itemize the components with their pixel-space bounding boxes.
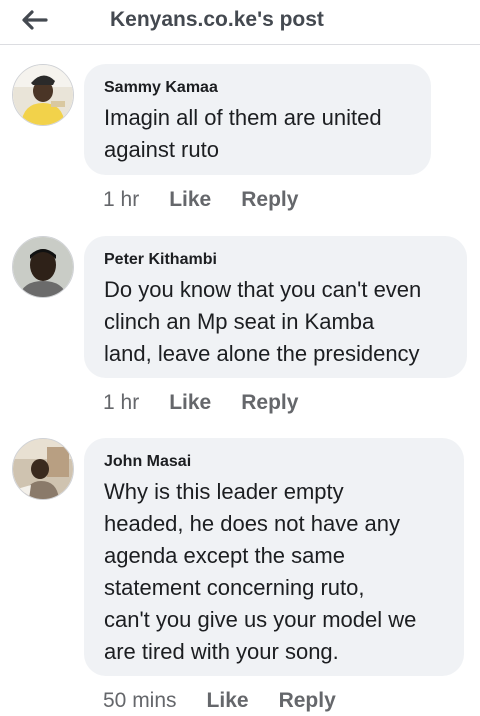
comment-line: Imagin all of them are united — [104, 105, 382, 130]
comment-line: Do you know that you can't even — [104, 277, 422, 302]
page-title: Kenyans.co.ke's post — [110, 8, 324, 31]
comment-line: headed, he does not have any — [104, 511, 401, 536]
comment-actions: 1 hr Like Reply — [103, 188, 298, 212]
comment-bubble: Sammy Kamaa Imagin all of them are unite… — [84, 64, 431, 175]
comment-line: land, leave alone the presidency — [104, 341, 420, 366]
comment-author[interactable]: Sammy Kamaa — [104, 78, 413, 98]
avatar[interactable] — [12, 64, 74, 126]
like-button[interactable]: Like — [169, 391, 211, 415]
post-header: Kenyans.co.ke's post — [0, 0, 480, 45]
comment-time: 1 hr — [103, 391, 140, 414]
comment-bubble: John Masai Why is this leader empty head… — [84, 438, 464, 676]
like-button[interactable]: Like — [169, 188, 211, 212]
comment-time: 50 mins — [103, 689, 177, 712]
comment-text: Do you know that you can't even clinch a… — [104, 274, 449, 370]
avatar[interactable] — [12, 236, 74, 298]
comment-line: agenda except the same — [104, 543, 345, 568]
like-button[interactable]: Like — [207, 689, 249, 713]
comment-author[interactable]: John Masai — [104, 452, 446, 472]
comment-actions: 1 hr Like Reply — [103, 391, 298, 415]
comment-text: Why is this leader empty headed, he does… — [104, 476, 446, 668]
comment-author[interactable]: Peter Kithambi — [104, 250, 449, 270]
back-button[interactable] — [14, 6, 54, 34]
comment-bubble: Peter Kithambi Do you know that you can'… — [84, 236, 467, 378]
comment-line: statement concerning ruto, — [104, 575, 365, 600]
comment-line: Why is this leader empty — [104, 479, 344, 504]
comment-line: can't you give us your model we — [104, 607, 417, 632]
comment-text: Imagin all of them are united against ru… — [104, 102, 413, 166]
reply-button[interactable]: Reply — [241, 188, 298, 212]
avatar[interactable] — [12, 438, 74, 500]
profile-photo-icon — [13, 237, 73, 297]
comment-actions: 50 mins Like Reply — [103, 689, 336, 713]
profile-photo-icon — [13, 65, 73, 125]
comment-line: against ruto — [104, 137, 219, 162]
comment-line: are tired with your song. — [104, 639, 339, 664]
back-arrow-icon — [22, 10, 48, 30]
profile-photo-icon — [13, 439, 73, 499]
reply-button[interactable]: Reply — [241, 391, 298, 415]
reply-button[interactable]: Reply — [279, 689, 336, 713]
comment-time: 1 hr — [103, 188, 140, 211]
comment-line: clinch an Mp seat in Kamba — [104, 309, 375, 334]
